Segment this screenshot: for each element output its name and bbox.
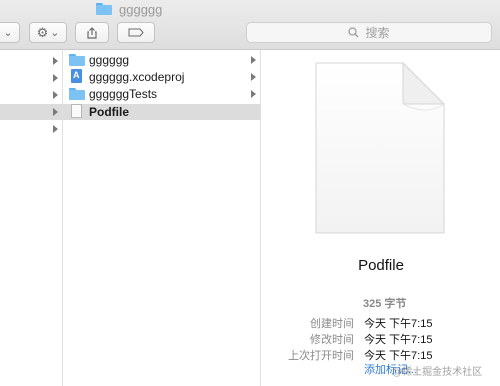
edit-tags-button[interactable] xyxy=(117,22,155,43)
file-row-tests[interactable]: ggggggTests xyxy=(63,86,260,102)
meta-modified: 修改时间 今天 下午7:15 xyxy=(262,331,500,347)
chevron-down-icon: ⌄ xyxy=(3,27,13,39)
list-item[interactable] xyxy=(0,70,62,86)
disclosure-arrow-icon xyxy=(53,91,58,99)
list-item-selected[interactable] xyxy=(0,104,62,120)
disclosure-arrow-icon xyxy=(53,108,58,116)
tag-icon xyxy=(128,28,144,37)
file-name: ggggggTests xyxy=(89,87,158,101)
chevron-down-icon: ⌄ xyxy=(50,27,60,39)
gear-icon: ⚙ xyxy=(36,24,49,40)
folder-icon xyxy=(69,88,85,100)
file-name: Podfile xyxy=(89,105,130,119)
meta-label: 创建时间 xyxy=(310,318,354,330)
search-icon xyxy=(348,27,360,38)
column-files: gggggg gggggg.xcodeproj ggggggTests Podf… xyxy=(63,50,261,386)
preview-pane: Podfile 325 字节 创建时间 今天 下午7:15 修改时间 今天 下午… xyxy=(262,50,500,386)
xcodeproj-icon xyxy=(71,69,82,83)
window-title-text: gggggg xyxy=(119,1,163,17)
preview-file-name: Podfile xyxy=(358,257,404,274)
disclosure-arrow-icon xyxy=(53,74,58,82)
meta-label: 上次打开时间 xyxy=(288,350,354,362)
document-preview-icon xyxy=(315,62,445,234)
folder-icon xyxy=(69,54,85,66)
file-size: 325 字节 xyxy=(363,298,407,310)
window-title: gggggg xyxy=(96,0,162,18)
file-row-podfile[interactable]: Podfile xyxy=(63,104,260,120)
disclosure-arrow-icon xyxy=(53,125,58,133)
list-item[interactable] xyxy=(0,121,62,137)
meta-value: 今天 下午7:15 xyxy=(364,318,433,330)
share-icon xyxy=(87,26,97,39)
file-row-gggggg[interactable]: gggggg xyxy=(63,52,260,68)
folder-icon xyxy=(96,3,112,15)
meta-value: 今天 下午7:15 xyxy=(364,334,433,346)
disclosure-arrow-icon xyxy=(251,73,256,81)
disclosure-arrow-icon xyxy=(251,90,256,98)
share-button[interactable] xyxy=(75,22,109,43)
toolbar: gggggg ⌄ ⚙ ⌄ 搜索 xyxy=(0,0,500,50)
file-name: gggggg xyxy=(89,53,130,67)
meta-created: 创建时间 今天 下午7:15 xyxy=(262,315,500,331)
list-item[interactable] xyxy=(0,87,62,103)
meta-label: 修改时间 xyxy=(310,334,354,346)
action-menu-button[interactable]: ⚙ ⌄ xyxy=(29,22,67,43)
disclosure-arrow-icon xyxy=(251,56,256,64)
document-icon xyxy=(71,104,82,118)
search-placeholder: 搜索 xyxy=(365,26,390,40)
disclosure-arrow-icon xyxy=(53,57,58,65)
watermark: @稀土掘金技术社区 xyxy=(392,367,483,378)
column-parent xyxy=(0,50,63,386)
search-input[interactable]: 搜索 xyxy=(246,22,492,43)
list-item[interactable] xyxy=(0,53,62,69)
file-row-xcodeproj[interactable]: gggggg.xcodeproj xyxy=(63,69,260,85)
file-name: gggggg.xcodeproj xyxy=(89,70,185,84)
view-options-button[interactable]: ⌄ xyxy=(0,22,20,43)
